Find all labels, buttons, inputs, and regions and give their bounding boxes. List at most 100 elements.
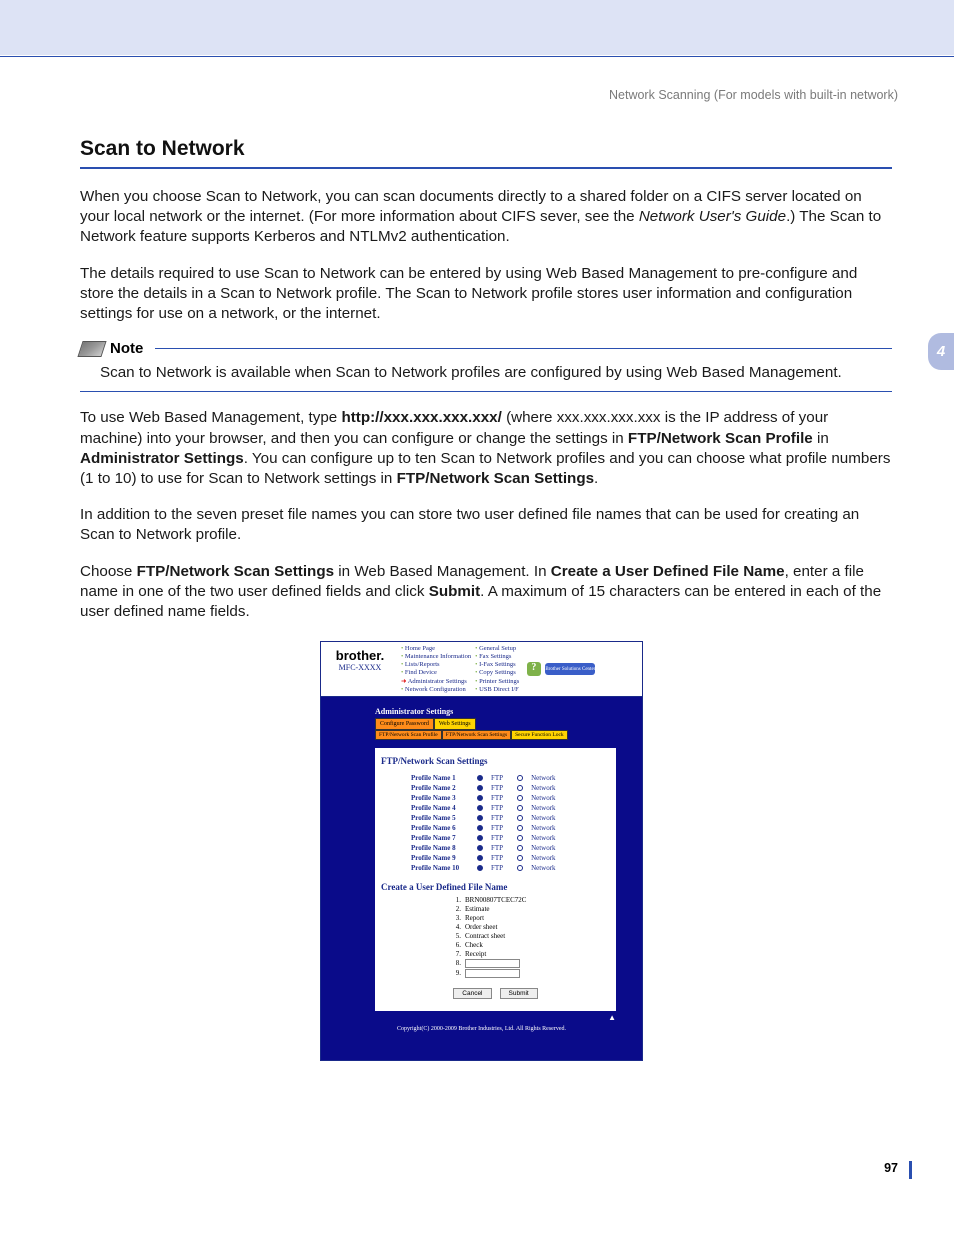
- nav-left-item[interactable]: Lists/Reports: [401, 661, 471, 669]
- profile-row: Profile Name 4FTPNetwork: [411, 804, 610, 812]
- help-icon[interactable]: [527, 662, 541, 676]
- profile-label: Profile Name 1: [411, 774, 471, 782]
- profile-label: Profile Name 6: [411, 824, 471, 832]
- radio-network[interactable]: [517, 805, 523, 811]
- note-label: Note: [110, 340, 143, 357]
- nav-left-item[interactable]: Maintenance Information: [401, 653, 471, 661]
- nav-right-item[interactable]: I-Fax Settings: [475, 661, 519, 669]
- radio-network-label: Network: [531, 824, 556, 832]
- radio-ftp[interactable]: [477, 825, 483, 831]
- radio-network-label: Network: [531, 814, 556, 822]
- tab-row-2: FTP/Network Scan Profile FTP/Network Sca…: [375, 730, 634, 740]
- filename-row: 2.Estimate: [451, 905, 610, 913]
- radio-ftp-label: FTP: [491, 824, 503, 832]
- profile-label: Profile Name 5: [411, 814, 471, 822]
- nav-left-item[interactable]: Home Page: [401, 645, 471, 653]
- radio-network[interactable]: [517, 845, 523, 851]
- submit-button[interactable]: Submit: [500, 988, 538, 999]
- note-icon: [77, 341, 106, 357]
- radio-ftp-label: FTP: [491, 854, 503, 862]
- header-rule: [0, 56, 954, 57]
- filename-num: 3.: [451, 914, 461, 922]
- tab-secure-function-lock[interactable]: Secure Function Lock: [511, 730, 568, 740]
- page-title: Scan to Network: [80, 137, 892, 161]
- nav-left-item[interactable]: Administrator Settings: [401, 678, 471, 686]
- filename-row: 1.BRN00807TCEC72C: [451, 896, 610, 904]
- p1i: Network User's Guide: [639, 208, 786, 225]
- radio-ftp-label: FTP: [491, 844, 503, 852]
- filename-row: 5.Contract sheet: [451, 932, 610, 940]
- filename-value: Order sheet: [465, 923, 497, 931]
- profile-row: Profile Name 7FTPNetwork: [411, 834, 610, 842]
- filename-input[interactable]: [465, 969, 520, 978]
- admin-band: Administrator Settings Configure Passwor…: [321, 697, 642, 1036]
- filename-value: Check: [465, 941, 483, 949]
- filename-num: 5.: [451, 932, 461, 940]
- note-block: Note Scan to Network is available when S…: [80, 340, 892, 392]
- brother-logo: brother.: [325, 648, 395, 663]
- filename-row: 3. Report: [451, 914, 610, 922]
- radio-ftp-label: FTP: [491, 804, 503, 812]
- radio-ftp[interactable]: [477, 805, 483, 811]
- nav-right-item[interactable]: Copy Settings: [475, 669, 519, 677]
- radio-ftp[interactable]: [477, 815, 483, 821]
- web-management-screenshot: brother. MFC-XXXX Home PageMaintenance I…: [320, 641, 643, 1061]
- nav-col-right: General SetupFax SettingsI-Fax SettingsC…: [473, 642, 521, 696]
- profile-row: Profile Name 10FTPNetwork: [411, 864, 610, 872]
- radio-ftp[interactable]: [477, 795, 483, 801]
- brand-block: brother. MFC-XXXX: [321, 642, 399, 696]
- filename-row: 8.: [451, 959, 610, 968]
- settings-panel: FTP/Network Scan Settings Profile Name 1…: [375, 748, 616, 1011]
- nav-right-item[interactable]: General Setup: [475, 645, 519, 653]
- filename-input[interactable]: [465, 959, 520, 968]
- profile-label: Profile Name 8: [411, 844, 471, 852]
- filename-num: 9.: [451, 969, 461, 978]
- note-rule-right: [155, 348, 892, 349]
- radio-network[interactable]: [517, 775, 523, 781]
- tab-ftp-profile[interactable]: FTP/Network Scan Profile: [375, 730, 442, 740]
- radio-network[interactable]: [517, 865, 523, 871]
- filename-value: Report: [465, 914, 484, 922]
- scroll-top-icon[interactable]: ▲: [329, 1011, 634, 1022]
- radio-ftp[interactable]: [477, 865, 483, 871]
- radio-ftp-label: FTP: [491, 814, 503, 822]
- nav-right-item[interactable]: Printer Settings: [475, 678, 519, 686]
- paragraph-5: Choose FTP/Network Scan Settings in Web …: [80, 562, 892, 623]
- filename-row: 4. Order sheet: [451, 923, 610, 931]
- tab-ftp-settings[interactable]: FTP/Network Scan Settings: [442, 730, 511, 740]
- radio-network[interactable]: [517, 835, 523, 841]
- radio-network[interactable]: [517, 795, 523, 801]
- radio-ftp[interactable]: [477, 855, 483, 861]
- radio-ftp-label: FTP: [491, 784, 503, 792]
- paragraph-2: The details required to use Scan to Netw…: [80, 264, 892, 325]
- radio-ftp[interactable]: [477, 835, 483, 841]
- p3b: http://xxx.xxx.xxx.xxx/: [341, 409, 501, 426]
- filename-num: 2.: [451, 905, 461, 913]
- radio-network-label: Network: [531, 774, 556, 782]
- note-rule-bottom: [80, 391, 892, 392]
- radio-network[interactable]: [517, 855, 523, 861]
- tab-configure-password[interactable]: Configure Password: [375, 718, 434, 730]
- radio-ftp[interactable]: [477, 845, 483, 851]
- paragraph-1: When you choose Scan to Network, you can…: [80, 187, 892, 248]
- cancel-button[interactable]: Cancel: [453, 988, 491, 999]
- nav-left-item[interactable]: Find Device: [401, 669, 471, 677]
- radio-network-label: Network: [531, 854, 556, 862]
- nav-left-item[interactable]: Network Configuration: [401, 686, 471, 694]
- nav-right-item[interactable]: USB Direct I/F: [475, 686, 519, 694]
- profile-label: Profile Name 7: [411, 834, 471, 842]
- p5c: in Web Based Management. In: [334, 563, 551, 580]
- button-row: Cancel Submit: [381, 988, 610, 999]
- filename-num: 4.: [451, 923, 461, 931]
- filename-num: 8.: [451, 959, 461, 968]
- radio-ftp[interactable]: [477, 775, 483, 781]
- radio-ftp[interactable]: [477, 785, 483, 791]
- radio-ftp-label: FTP: [491, 834, 503, 842]
- radio-network[interactable]: [517, 825, 523, 831]
- radio-network[interactable]: [517, 815, 523, 821]
- radio-network[interactable]: [517, 785, 523, 791]
- tab-web-settings[interactable]: Web Settings: [434, 718, 476, 730]
- profile-label: Profile Name 9: [411, 854, 471, 862]
- nav-right-item[interactable]: Fax Settings: [475, 653, 519, 661]
- solutions-center-button[interactable]: Brother Solutions Center: [545, 663, 595, 675]
